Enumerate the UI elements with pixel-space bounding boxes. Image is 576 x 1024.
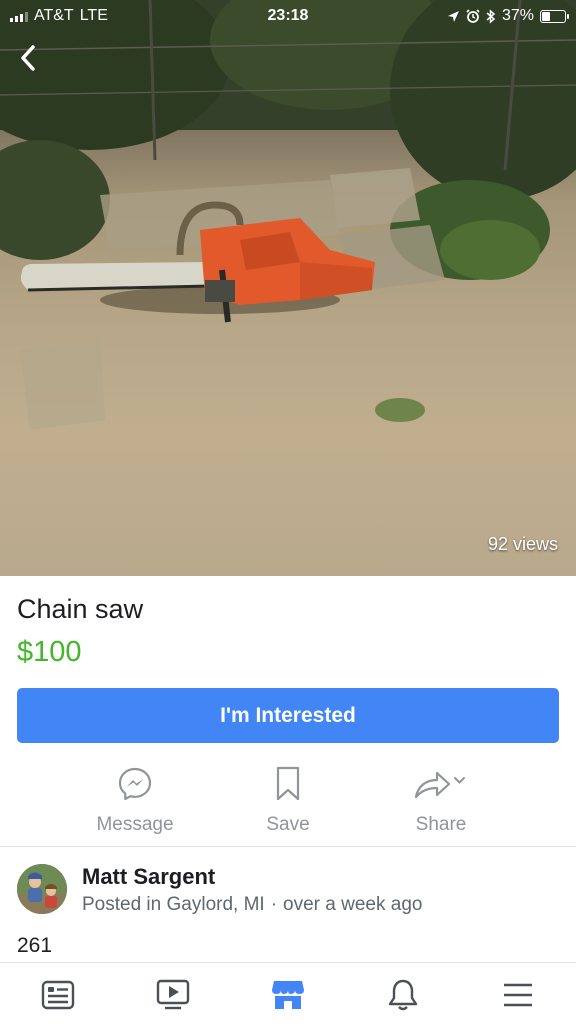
menu-hamburger-icon xyxy=(504,983,532,1007)
bottom-tab-bar xyxy=(0,962,576,1024)
alarm-icon xyxy=(466,9,480,23)
chainsaw-photo xyxy=(0,0,576,430)
marketplace-icon xyxy=(272,981,304,1009)
listing-title: Chain saw xyxy=(17,594,144,624)
share-button[interactable]: Share xyxy=(381,762,501,836)
tab-marketplace[interactable] xyxy=(258,975,318,1015)
location-arrow-icon xyxy=(447,10,459,22)
seller-meta: Posted in Gaylord, MI · over a week ago xyxy=(82,894,422,916)
seller-name[interactable]: Matt Sargent xyxy=(82,864,215,890)
tab-notifications[interactable] xyxy=(373,975,433,1015)
news-feed-icon xyxy=(41,980,75,1010)
status-time: 23:18 xyxy=(267,7,309,24)
carrier-label: AT&T xyxy=(34,7,74,24)
seller-location: Posted in Gaylord, MI xyxy=(82,894,265,915)
action-row: Message Save Share xyxy=(0,762,576,842)
notifications-bell-icon xyxy=(388,979,418,1011)
message-label: Message xyxy=(96,814,174,835)
save-label: Save xyxy=(266,814,310,835)
listing-photo[interactable]: AT&T LTE 23:18 37% 92 views xyxy=(0,0,576,576)
status-left: AT&T LTE xyxy=(10,7,210,25)
posted-time: over a week ago xyxy=(283,894,423,915)
views-count: 92 views xyxy=(487,534,558,554)
listing-count-text: 261 xyxy=(17,934,53,957)
meta-separator: · xyxy=(270,894,278,915)
signal-strength-icon xyxy=(10,10,28,22)
chevron-left-icon xyxy=(21,45,35,71)
network-label: LTE xyxy=(79,7,108,24)
back-button[interactable] xyxy=(12,40,44,76)
listing-price: $100 xyxy=(17,636,82,668)
save-button[interactable]: Save xyxy=(228,762,348,836)
im-interested-button[interactable]: I'm Interested xyxy=(17,688,559,743)
status-bar: AT&T LTE 23:18 37% xyxy=(0,0,576,32)
share-arrow-icon xyxy=(413,762,469,806)
share-label: Share xyxy=(415,814,467,835)
tab-menu[interactable] xyxy=(488,975,548,1015)
tab-watch[interactable] xyxy=(143,975,203,1015)
section-divider xyxy=(0,846,576,847)
messenger-icon xyxy=(117,762,153,806)
tab-news-feed[interactable] xyxy=(28,975,88,1015)
status-right: 37% xyxy=(366,7,569,25)
bluetooth-icon xyxy=(486,8,496,24)
chevron-down-icon xyxy=(454,777,465,784)
battery-icon xyxy=(540,9,569,23)
watch-video-icon xyxy=(156,979,190,1010)
bookmark-icon xyxy=(275,762,301,806)
battery-percent: 37% xyxy=(501,7,534,24)
message-button[interactable]: Message xyxy=(75,762,195,836)
seller-avatar[interactable] xyxy=(17,864,67,914)
seller-row: Matt Sargent Posted in Gaylord, MI · over … xyxy=(0,860,576,930)
